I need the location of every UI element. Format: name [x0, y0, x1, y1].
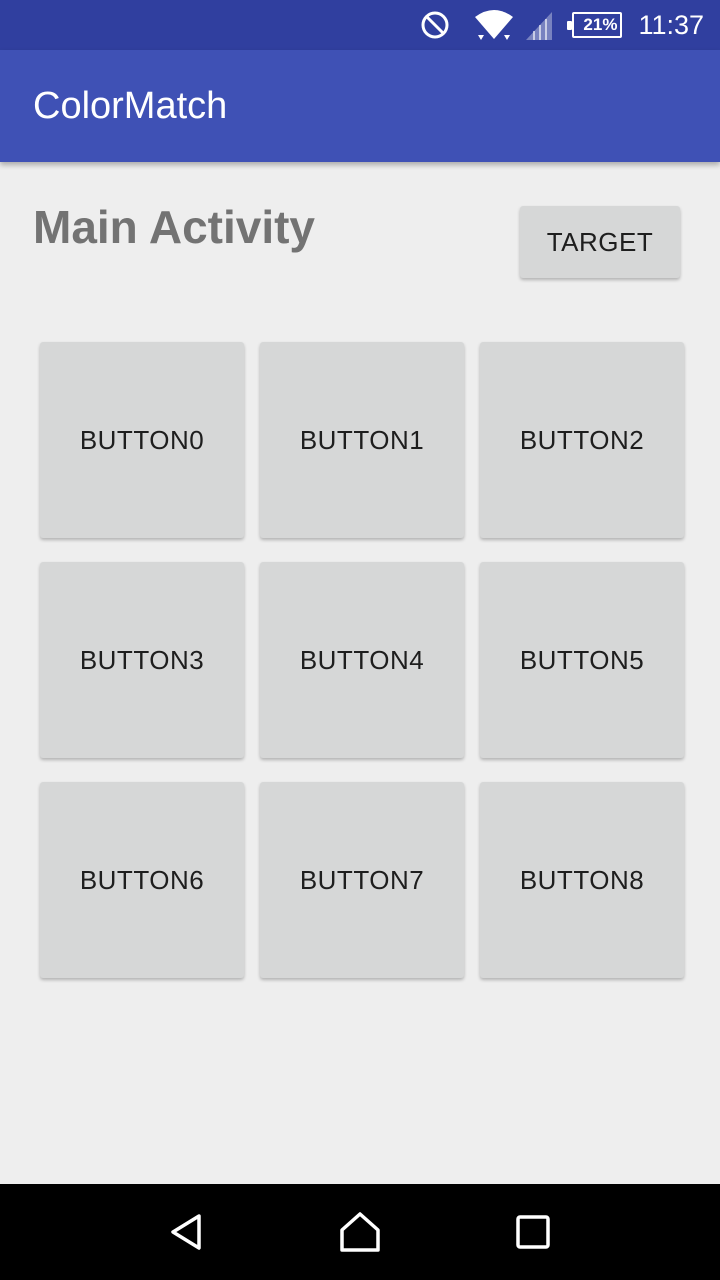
status-bar: 21% 11:37: [0, 0, 720, 50]
battery-icon: 21%: [567, 12, 623, 38]
navigation-bar: [0, 1184, 720, 1280]
recents-icon[interactable]: [493, 1192, 573, 1272]
button-grid: BUTTON0 BUTTON1 BUTTON2 BUTTON3 BUTTON4 …: [40, 342, 684, 978]
clock: 11:37: [638, 9, 704, 40]
button-7[interactable]: BUTTON7: [260, 782, 464, 978]
button-3[interactable]: BUTTON3: [40, 562, 244, 758]
button-2[interactable]: BUTTON2: [480, 342, 684, 538]
button-0[interactable]: BUTTON0: [40, 342, 244, 538]
battery-percent: 21%: [567, 12, 623, 38]
home-icon[interactable]: [320, 1192, 400, 1272]
cell-signal-icon: [524, 10, 554, 40]
wifi-icon: [474, 9, 514, 41]
app-bar: ColorMatch: [0, 50, 720, 162]
back-icon[interactable]: [147, 1192, 227, 1272]
button-4[interactable]: BUTTON4: [260, 562, 464, 758]
target-button[interactable]: TARGET: [520, 206, 680, 278]
app-title: ColorMatch: [33, 84, 228, 127]
page-heading: Main Activity: [33, 201, 316, 253]
do-not-disturb-icon: [420, 10, 450, 40]
button-8[interactable]: BUTTON8: [480, 782, 684, 978]
button-6[interactable]: BUTTON6: [40, 782, 244, 978]
button-5[interactable]: BUTTON5: [480, 562, 684, 758]
button-1[interactable]: BUTTON1: [260, 342, 464, 538]
